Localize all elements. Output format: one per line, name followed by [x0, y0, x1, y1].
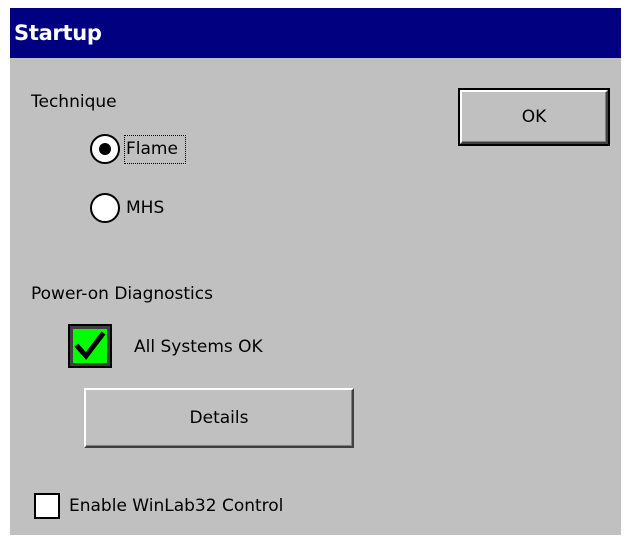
enable-winlab32-label[interactable]: Enable WinLab32 Control: [69, 496, 283, 516]
ok-button-label: OK: [521, 107, 547, 127]
enable-winlab32-checkbox[interactable]: [34, 493, 60, 519]
ok-button[interactable]: OK: [458, 88, 610, 146]
check-icon: [74, 331, 106, 360]
technique-label: Technique: [31, 92, 117, 112]
status-indicator: [68, 324, 112, 368]
mhs-label[interactable]: MHS: [126, 198, 164, 218]
title-bar: Startup: [10, 8, 621, 58]
flame-radio-button[interactable]: [90, 134, 120, 164]
mhs-radio-button[interactable]: [90, 193, 120, 223]
startup-dialog: Startup Technique Flame MHS OK Power-on …: [10, 8, 621, 535]
window-title: Startup: [14, 21, 102, 45]
radio-selected-dot: [99, 143, 111, 155]
status-text: All Systems OK: [134, 337, 263, 357]
details-button[interactable]: Details: [84, 388, 354, 448]
diagnostics-label: Power-on Diagnostics: [31, 284, 213, 304]
flame-label[interactable]: Flame: [126, 139, 178, 159]
details-button-label: Details: [189, 408, 249, 428]
